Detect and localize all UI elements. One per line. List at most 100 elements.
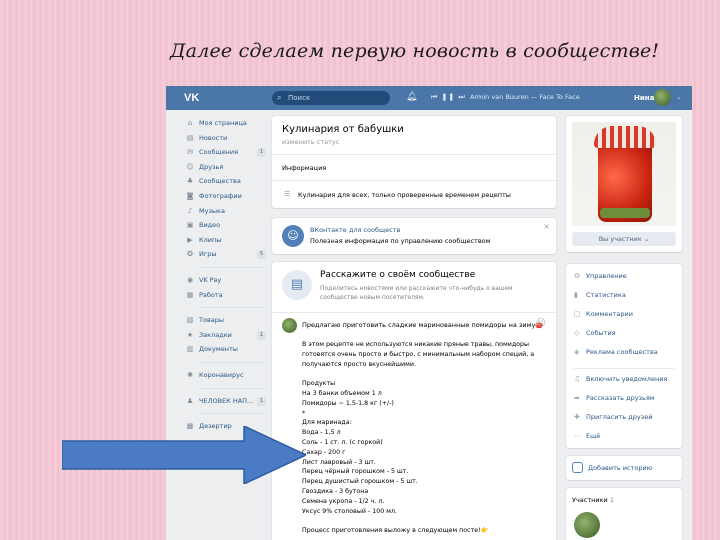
avatar[interactable]: [654, 89, 671, 106]
menu-item-label: Комментарии: [586, 310, 633, 318]
sidebar-item[interactable]: ▶ Клипы: [184, 233, 266, 248]
app-banner-subtitle: Полезная информация по управлению сообще…: [310, 237, 491, 245]
count-badge: 1: [257, 330, 266, 340]
sidebar-item[interactable]: ▥ Документы: [184, 342, 266, 357]
left-nav: ⌂ Моя страница ▤ Новости ✉ Сообщения 1 ☺ Друзья ♣…: [184, 116, 266, 434]
sidebar-item[interactable]: ✉ Сообщения 1: [184, 145, 266, 160]
nav-icon: ▤: [186, 133, 194, 142]
sidebar-item-label: VK Pay: [199, 275, 222, 284]
post-line: *: [302, 409, 306, 417]
sidebar-item[interactable]: ♟ ЧЕЛОВЕК НАП... 1: [184, 394, 266, 409]
post-line: Сахар - 200 г: [302, 448, 346, 456]
menu-item[interactable]: ▮ Статистика: [574, 291, 626, 299]
app-banner-title[interactable]: ВКонтакте для сообществ: [310, 226, 400, 234]
sidebar-item[interactable]: ✪ Игры 5: [184, 247, 266, 262]
jar-lid: [594, 126, 656, 148]
sidebar-item[interactable]: ◙ Фотографии: [184, 189, 266, 204]
count-badge: 5: [257, 250, 266, 260]
menu-item[interactable]: ◈ Реклама сообщества: [574, 348, 658, 356]
group-description: Кулинария для всех, только проверенные в…: [298, 191, 511, 199]
sidebar-item[interactable]: ☺ Друзья: [184, 160, 266, 175]
menu-item-label: Ещё: [586, 432, 601, 440]
menu-icon: ◇: [574, 329, 580, 337]
count-badge: 1: [257, 396, 266, 406]
menu-item[interactable]: ⚙ Управление: [574, 272, 627, 280]
sidebar-item[interactable]: ◉ VK Pay: [184, 273, 266, 288]
sidebar-item[interactable]: ♣ Сообщества: [184, 174, 266, 189]
nav-divider: [199, 413, 266, 415]
menu-item-label: Пригласить друзей: [586, 413, 653, 421]
menu-item[interactable]: ▢ Комментарии: [574, 310, 633, 318]
app-banner[interactable]: ☺ ВКонтакте для сообществ Полезная инфор…: [272, 218, 556, 254]
menu-item[interactable]: ➦ Рассказать друзьям: [574, 394, 655, 402]
nav-icon: ⌂: [187, 119, 193, 127]
emoji-icon[interactable]: ☺: [536, 318, 546, 329]
nav-icon: ♟: [186, 396, 194, 405]
sidebar-item[interactable]: ✺ Коронавирус: [184, 368, 266, 383]
nav-icon: ▥: [186, 345, 194, 354]
post-line: Помидоры ~ 1,5-1,8 кг (+/-): [302, 399, 394, 407]
bell-icon[interactable]: 🔔︎: [406, 92, 417, 102]
post-line: В этом рецепте не используются никакие п…: [302, 341, 529, 348]
menu-item[interactable]: ⋯ Ещё: [574, 432, 600, 440]
prompt-title[interactable]: Расскажите о своём сообществе: [320, 270, 475, 280]
menu-item[interactable]: ✚ Пригласить друзей: [574, 413, 652, 421]
player-controls[interactable]: ⏮ ❚❚ ⏭: [431, 93, 466, 102]
status-input[interactable]: изменить статус: [282, 138, 339, 146]
vk-logo[interactable]: VK: [184, 92, 199, 104]
sidebar-item[interactable]: ▧ Товары: [184, 313, 266, 328]
post-line: Перец чёрный горошком - 5 шт.: [302, 468, 409, 476]
sidebar-item[interactable]: ★ Закладки 1: [184, 328, 266, 343]
post-line: Для маринада:: [302, 419, 352, 427]
post-line: Процесс приготовления выложу в следующем…: [302, 527, 489, 535]
members-card: Участники 1: [566, 488, 682, 540]
add-story-card[interactable]: Добавить историю: [566, 456, 682, 480]
member-avatar[interactable]: [574, 512, 600, 538]
menu-icon: ✚: [574, 413, 580, 421]
search-input[interactable]: ⌕ Поиск: [272, 91, 390, 105]
sidebar-item-label: Товары: [199, 316, 225, 325]
menu-item-label: Рассказать друзьям: [586, 394, 655, 402]
nav-icon: ♣: [186, 177, 194, 186]
sidebar-item-label: Работа: [199, 290, 223, 299]
nav-icon: ✉: [187, 148, 193, 157]
menu-item[interactable]: ◇ События: [574, 329, 616, 337]
post-card: ▤ Расскажите о своём сообществе Поделите…: [272, 262, 556, 540]
post-line: Перец душистый горошком - 5 шт.: [302, 478, 418, 486]
members-title[interactable]: Участники 1: [572, 496, 614, 504]
post-line: Уксус 9% столовый - 100 мл.: [302, 507, 397, 515]
add-story-link[interactable]: Добавить историю: [588, 464, 652, 472]
sidebar-item-label: Фотографии: [199, 191, 242, 200]
sidebar-item-label: Закладки: [199, 330, 232, 339]
close-icon[interactable]: ×: [543, 222, 550, 231]
sidebar-item[interactable]: ▣ Видео: [184, 218, 266, 233]
post-line: [302, 516, 547, 526]
nav-icon: ✪: [187, 250, 193, 259]
sidebar-item-label: Музыка: [199, 206, 225, 215]
member-status-button[interactable]: Вы участник ⌄: [572, 232, 676, 246]
sidebar-item[interactable]: ♪ Музыка: [184, 204, 266, 219]
menu-item[interactable]: ♫ Включить уведомления: [574, 375, 667, 383]
post-line: На 3 банки объемом 1 л: [302, 389, 382, 397]
sidebar-item[interactable]: ▦ Работа: [184, 288, 266, 303]
user-name[interactable]: Нина: [634, 94, 654, 102]
sidebar-item[interactable]: ⌂ Моя страница: [184, 116, 266, 131]
post-line: Продукты: [302, 380, 336, 388]
chat-icon: ▤: [282, 270, 312, 300]
menu-icon: ➦: [574, 394, 580, 402]
search-icon: ⌕: [277, 93, 282, 102]
group-name: Кулинария от бабушки: [282, 124, 404, 135]
sidebar-item-label: Клипы: [199, 235, 222, 244]
sidebar-item[interactable]: ▤ Новости: [184, 131, 266, 146]
menu-icon: ◈: [574, 348, 580, 356]
post-intro[interactable]: Предлагаю приготовить сладкие маринованн…: [302, 321, 543, 329]
post-line: готовятся очень просто и быстро, с миним…: [302, 350, 535, 358]
manage-menu: ⚙ Управление ▮ Статистика ▢ Комментарии ◇ Событ…: [566, 264, 682, 448]
group-cover-photo[interactable]: [572, 122, 676, 226]
nav-divider: [199, 266, 266, 268]
description-icon: ☰: [284, 190, 291, 198]
chevron-down-icon[interactable]: ⌄: [676, 93, 682, 101]
sidebar-item-label: Сообщения: [199, 148, 239, 157]
track-title[interactable]: Armin van Buuren — Face To Face: [470, 93, 580, 101]
post-text[interactable]: В этом рецепте не используются никакие п…: [302, 340, 547, 536]
